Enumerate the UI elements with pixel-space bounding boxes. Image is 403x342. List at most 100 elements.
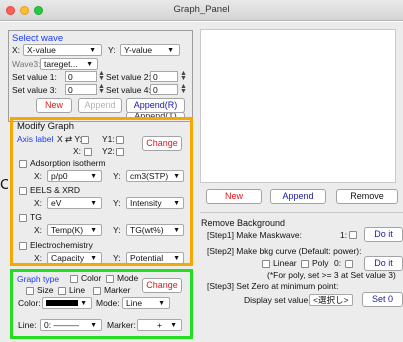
mode-label: Mode:	[96, 298, 120, 308]
set-value-2-field[interactable]: 0	[150, 71, 178, 82]
set-value-4-label: Set value 4:	[106, 85, 151, 95]
graph-new-button[interactable]: New	[206, 189, 262, 204]
linear-label: Linear	[273, 258, 297, 268]
set-value-2-stepper-icon[interactable]: ▲ ▼	[180, 70, 187, 82]
graph-remove-button[interactable]: Remove	[336, 189, 398, 204]
chevron-down-icon: ▼	[80, 300, 87, 307]
chevron-down-icon: ▼	[173, 200, 180, 207]
electro-y-label: Y:	[113, 253, 121, 263]
graph-type-change-button[interactable]: Change	[142, 278, 182, 293]
set-value-2-label: Set value 2:	[106, 72, 151, 82]
set-zero-button[interactable]: Set 0	[362, 292, 403, 307]
append-r-button[interactable]: Append(R)	[126, 98, 185, 113]
step2-do-it-button[interactable]: Do it	[364, 256, 403, 271]
x-axis-checkbox[interactable]	[84, 148, 92, 156]
graph-append-button[interactable]: Append	[270, 189, 326, 204]
display-set-value-popup[interactable]: <選択し>	[309, 294, 353, 306]
marker-value: +	[157, 320, 162, 330]
wave3-label: Wave3:	[12, 59, 41, 69]
clipped-side-text: CS	[0, 176, 8, 193]
append-wave-button[interactable]: Append	[78, 98, 122, 113]
marker-label: Marker:	[107, 320, 136, 330]
electrochemistry-checkbox[interactable]	[19, 242, 27, 250]
line-value: 0: ———	[44, 320, 79, 330]
marker-checkbox[interactable]	[93, 287, 101, 295]
line-popup[interactable]: 0: ——— ▼	[40, 319, 102, 331]
line-checkbox[interactable]	[58, 287, 66, 295]
tg-y-popup[interactable]: TG(wt%) ▼	[126, 224, 184, 236]
electro-y-popup[interactable]: Potential ▼	[126, 252, 184, 264]
y2-label: Y2:	[102, 146, 115, 156]
eels-y-value: Intensity	[130, 198, 162, 208]
adsorption-y-value: cm3(STP)	[130, 171, 169, 181]
adsorption-y-popup[interactable]: cm3(STP) ▼	[126, 170, 184, 182]
electro-x-popup[interactable]: Capacity ▼	[47, 252, 102, 264]
y2-checkbox[interactable]	[116, 148, 124, 156]
set-value-1-stepper-icon[interactable]: ▲ ▼	[98, 70, 105, 82]
chevron-down-icon: ▼	[89, 47, 96, 54]
size-check-label: Size	[37, 285, 54, 295]
eels-checkbox[interactable]	[19, 187, 27, 195]
step1-do-it-button[interactable]: Do it	[364, 227, 403, 242]
eels-y-popup[interactable]: Intensity ▼	[126, 197, 184, 209]
tg-x-popup[interactable]: Temp(K) ▼	[47, 224, 102, 236]
electro-x-value: Capacity	[51, 253, 85, 263]
line-label: Line:	[18, 320, 37, 330]
linear-checkbox[interactable]	[262, 260, 270, 268]
mode-checkbox[interactable]	[106, 275, 114, 283]
mode-value: Line	[126, 298, 143, 308]
chevron-down-icon: ▼	[90, 227, 97, 234]
axis-change-button[interactable]: Change	[142, 136, 182, 151]
chevron-down-icon: ▼	[90, 255, 97, 262]
x-label: X:	[12, 45, 21, 55]
divider	[200, 212, 403, 213]
step3-label: [Step3] Set Zero at minimum point:	[207, 281, 339, 291]
color-swatch	[46, 300, 78, 306]
tg-checkbox[interactable]	[19, 214, 27, 222]
swap-xy-checkbox[interactable]	[81, 136, 89, 144]
adsorption-y-label: Y:	[113, 171, 121, 181]
set-value-3-stepper-icon[interactable]: ▲ ▼	[98, 83, 105, 95]
step1-label: [Step1] Make Maskwave:	[207, 230, 302, 240]
color-checkbox[interactable]	[70, 275, 78, 283]
step1-checkbox[interactable]	[349, 231, 357, 239]
chevron-down-icon: ▼	[86, 61, 93, 68]
set-value-4-stepper-icon[interactable]: ▲ ▼	[180, 83, 187, 95]
graph-type-heading: Graph type	[17, 274, 60, 284]
graph-display-area[interactable]	[200, 29, 396, 183]
set-value-4-field[interactable]: 0	[150, 84, 178, 95]
new-wave-button[interactable]: New	[36, 98, 72, 113]
set-value-1-field[interactable]: 0	[65, 71, 97, 82]
select-wave-heading: Select wave	[12, 33, 64, 44]
adsorption-checkbox[interactable]	[19, 160, 27, 168]
color-popup[interactable]: ▼	[42, 297, 92, 309]
poly-label: Poly	[312, 258, 329, 268]
chevron-down-icon: ▼	[158, 300, 165, 307]
y-wave-value: Y-value	[124, 45, 153, 55]
marker-check-label: Marker	[104, 285, 131, 295]
poly-checkbox[interactable]	[301, 260, 309, 268]
adsorption-x-popup[interactable]: p/p0 ▼	[47, 170, 102, 182]
step2-label: [Step2] Make bkg curve (Default: power):	[207, 246, 362, 256]
color-check-label: Color	[81, 273, 102, 283]
poly-note: (*For poly, set >= 3 at Set value 3)	[267, 270, 396, 280]
set-value-3-label: Set value 3:	[12, 85, 57, 95]
set-value-1-label: Set value 1:	[12, 72, 57, 82]
size-checkbox[interactable]	[26, 287, 34, 295]
poly-value-label: 0:	[334, 258, 342, 268]
set-value-3-field[interactable]: 0	[65, 84, 97, 95]
axis-label-heading: Axis label	[17, 134, 54, 144]
eels-x-popup[interactable]: eV ▼	[47, 197, 102, 209]
wave3-popup[interactable]: tareget... ▼	[40, 58, 98, 70]
electrochemistry-label: Electrochemistry	[30, 240, 93, 250]
y1-checkbox[interactable]	[116, 136, 124, 144]
display-set-value-label: Display set value:	[244, 295, 311, 305]
x-wave-popup[interactable]: X-value ▼	[23, 44, 102, 56]
marker-popup[interactable]: + ▼	[137, 319, 182, 331]
mode-popup[interactable]: Line ▼	[122, 297, 170, 309]
chevron-down-icon: ▼	[170, 322, 177, 329]
x-wave-value: X-value	[27, 45, 56, 55]
chevron-down-icon: ▼	[90, 322, 97, 329]
poly-value-checkbox[interactable]	[345, 260, 353, 268]
y-wave-popup[interactable]: Y-value ▼	[120, 44, 180, 56]
